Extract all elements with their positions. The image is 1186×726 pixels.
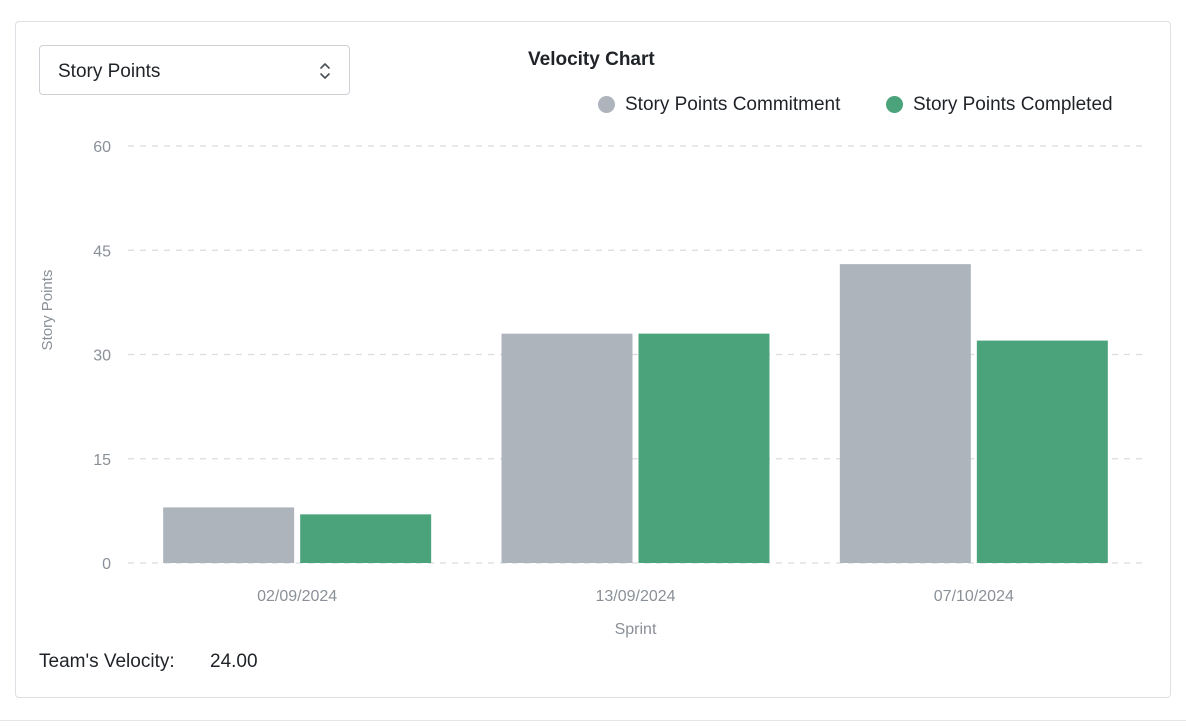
bar-commitment — [501, 333, 633, 563]
y-axis-title: Story Points — [39, 270, 56, 351]
x-tick-label: 07/10/2024 — [934, 588, 1014, 605]
y-tick-label: 0 — [102, 556, 111, 573]
x-tick-label: 02/09/2024 — [257, 588, 337, 605]
velocity-value: 24.00 — [210, 651, 258, 672]
y-tick-label: 60 — [93, 139, 111, 156]
velocity-chart: 0 15 30 45 60 02/09/2024 13/09/2024 07/10/2024 S… — [39, 139, 1143, 638]
y-tick-label: 15 — [93, 452, 111, 469]
bar-completed — [976, 340, 1108, 563]
bar-completed — [638, 333, 770, 563]
velocity-label: Team's Velocity: — [39, 651, 175, 672]
bar-commitment — [163, 507, 295, 563]
x-tick-label: 13/09/2024 — [595, 588, 675, 605]
bar-completed — [300, 514, 432, 563]
x-axis-title: Sprint — [615, 621, 657, 638]
bar-commitment — [839, 264, 971, 563]
y-tick-label: 45 — [93, 243, 111, 260]
y-tick-label: 30 — [93, 348, 111, 365]
